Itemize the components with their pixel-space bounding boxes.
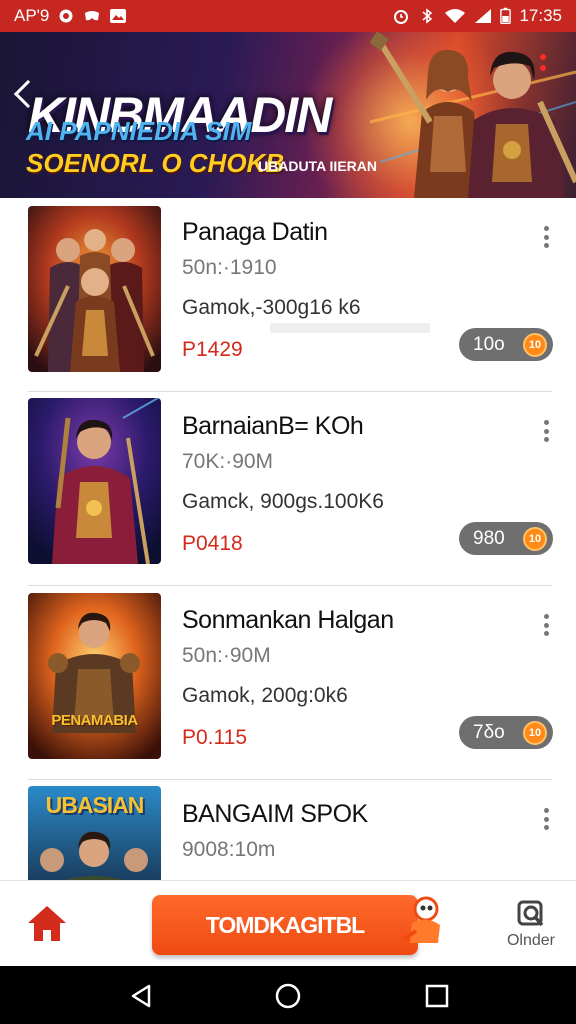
bluetooth-icon bbox=[422, 8, 433, 24]
more-options-icon[interactable] bbox=[540, 226, 552, 248]
item-thumbnail bbox=[28, 398, 161, 564]
item-thumbnail-art bbox=[28, 398, 161, 564]
item-price: P0.115 bbox=[182, 726, 247, 749]
mascot-icon bbox=[402, 896, 440, 943]
promo-banner[interactable]: KINBMAADIN AI PAPNIEDIA SIM SOENORL O CH… bbox=[0, 32, 576, 198]
bottom-action-bar: TOMDKAGITBL Olnder bbox=[0, 880, 576, 966]
item-title[interactable]: Panaga Datin bbox=[182, 218, 328, 247]
item-coin-badge[interactable]: 7δo 10 bbox=[459, 716, 553, 749]
status-right: 17:35 bbox=[392, 6, 562, 26]
item-meta: 50n:·90M bbox=[182, 644, 271, 667]
status-bar: AP'9 17:35 bbox=[0, 0, 576, 32]
battery-icon bbox=[500, 7, 512, 25]
home-circle-icon[interactable] bbox=[275, 983, 301, 1009]
thumbnail-caption: UBASIAN bbox=[45, 792, 145, 818]
item-meta: 9008:10m bbox=[182, 838, 276, 861]
item-title[interactable]: BANGAIM SPOK bbox=[182, 800, 368, 829]
badge-value: 980 bbox=[473, 527, 505, 549]
thumbnail-caption: PENAMABIA bbox=[51, 712, 138, 729]
coin-icon: 10 bbox=[523, 333, 547, 357]
item-thumbnail-art bbox=[28, 593, 161, 759]
item-price: P0418 bbox=[182, 532, 243, 555]
recents-icon[interactable] bbox=[424, 983, 450, 1009]
order-button[interactable]: Olnder bbox=[502, 899, 560, 959]
list-item[interactable]: BarnaianB= KOh 70K:·90M Gamck, 900gs.100… bbox=[0, 392, 576, 586]
order-label: Olnder bbox=[506, 932, 556, 949]
more-options-icon[interactable] bbox=[540, 808, 552, 830]
item-meta: 70K:·90M bbox=[182, 450, 274, 473]
coin-icon: 10 bbox=[523, 721, 547, 745]
badge-value: 10o bbox=[473, 333, 505, 355]
home-icon[interactable] bbox=[26, 903, 68, 943]
list-item[interactable]: Panaga Datin 50n:·1910 Gamok,-300g16 k6 … bbox=[0, 198, 576, 392]
item-description: Gamok, 200g:0k6 bbox=[182, 684, 348, 707]
back-icon[interactable] bbox=[128, 983, 154, 1009]
banner-dots bbox=[540, 54, 550, 76]
more-options-icon[interactable] bbox=[540, 614, 552, 636]
status-time: 17:35 bbox=[519, 6, 562, 25]
banner-tag: UBADUTA IIERAN bbox=[258, 158, 377, 174]
image-icon bbox=[110, 9, 127, 23]
game-icon bbox=[85, 11, 100, 21]
list-item[interactable]: PENAMABIA Sonmankan Halgan 50n:·90M Gamo… bbox=[0, 586, 576, 780]
banner-subtitle-2: SOENORL O CHOKB bbox=[26, 148, 285, 178]
status-left: AP'9 bbox=[14, 6, 127, 26]
system-navigation-bar bbox=[0, 966, 576, 1024]
item-title[interactable]: BarnaianB= KOh bbox=[182, 412, 364, 441]
alarm-icon bbox=[394, 10, 409, 24]
record-icon bbox=[59, 9, 73, 23]
primary-action-button[interactable]: TOMDKAGITBL bbox=[152, 895, 418, 955]
coin-icon: 10 bbox=[523, 527, 547, 551]
item-price: P1429 bbox=[182, 338, 243, 361]
signal-icon bbox=[475, 9, 492, 23]
item-coin-badge[interactable]: 980 10 bbox=[459, 522, 553, 555]
item-description: Gamok,-300g16 k6 bbox=[182, 296, 361, 319]
item-meta: 50n:·1910 bbox=[182, 256, 277, 279]
wifi-icon bbox=[445, 9, 466, 23]
item-coin-badge[interactable]: 10o 10 bbox=[459, 328, 553, 361]
banner-subtitle-1: AI PAPNIEDIA SIM bbox=[26, 116, 252, 146]
item-thumbnail: UBASIAN bbox=[28, 786, 161, 880]
item-thumbnail-art bbox=[28, 206, 161, 372]
item-description: Gamck, 900gs.100K6 bbox=[182, 490, 384, 513]
item-faded-text bbox=[270, 323, 430, 333]
more-options-icon[interactable] bbox=[540, 420, 552, 442]
status-left-text: AP'9 bbox=[14, 6, 50, 25]
item-title[interactable]: Sonmankan Halgan bbox=[182, 606, 394, 635]
item-thumbnail: PENAMABIA bbox=[28, 593, 161, 759]
badge-value: 7δo bbox=[473, 721, 505, 743]
item-thumbnail bbox=[28, 206, 161, 372]
list-item[interactable]: UBASIAN BANGAIM SPOK 9008:10m bbox=[0, 780, 576, 880]
product-list[interactable]: Panaga Datin 50n:·1910 Gamok,-300g16 k6 … bbox=[0, 198, 576, 880]
order-search-icon bbox=[517, 900, 544, 927]
